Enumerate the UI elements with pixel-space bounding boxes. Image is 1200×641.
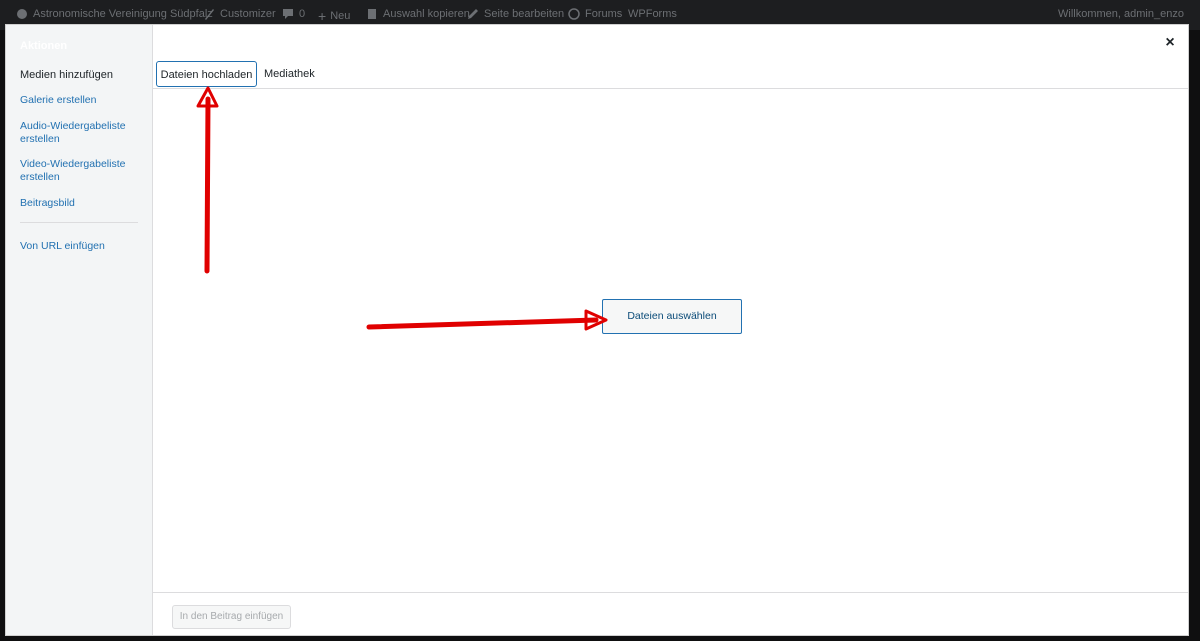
comments-link[interactable]: 0	[282, 8, 305, 20]
tab-media-library[interactable]: Mediathek	[264, 61, 315, 87]
select-files-button[interactable]: Dateien auswählen	[602, 299, 742, 334]
copy-selection-link[interactable]: Auswahl kopieren	[366, 8, 470, 20]
media-tabs: Dateien hochladen Mediathek	[153, 61, 1188, 89]
sidebar-item-featured-image[interactable]: Beitragsbild	[20, 197, 140, 210]
insert-into-post-button[interactable]: In den Beitrag einfügen	[172, 605, 291, 629]
media-modal: Aktionen Medien hinzufügen Galerie erste…	[5, 24, 1189, 636]
pencil-icon	[468, 9, 478, 19]
new-link[interactable]: + Neu	[318, 8, 350, 24]
sidebar-item-insert-from-url[interactable]: Von URL einfügen	[20, 240, 140, 253]
sidebar-item-video-playlist[interactable]: Video-Wiedergabeliste erstellen	[20, 158, 140, 184]
sidebar-divider	[20, 222, 138, 223]
media-sidebar: Aktionen Medien hinzufügen Galerie erste…	[6, 25, 153, 635]
tab-upload-files[interactable]: Dateien hochladen	[156, 61, 257, 87]
forums-link[interactable]: Forums	[568, 8, 622, 20]
comment-icon	[283, 9, 293, 19]
sidebar-item-create-gallery[interactable]: Galerie erstellen	[20, 94, 140, 107]
customizer-link[interactable]: Customizer	[203, 8, 276, 20]
sidebar-item-add-media[interactable]: Medien hinzufügen	[20, 69, 140, 82]
copy-icon	[368, 9, 376, 19]
account-link[interactable]: Willkommen, admin_enzo	[1058, 8, 1184, 20]
close-icon[interactable]: ×	[1162, 35, 1178, 51]
edit-page-link[interactable]: Seite bearbeiten	[467, 8, 564, 20]
plus-icon: +	[318, 8, 327, 24]
dashboard-icon	[17, 9, 27, 19]
media-toolbar: In den Beitrag einfügen	[153, 592, 1188, 636]
wpforms-link[interactable]: WPForms	[628, 8, 677, 20]
site-link[interactable]: Astronomische Vereinigung Südpfalz	[16, 8, 213, 20]
sidebar-item-audio-playlist[interactable]: Audio-Wiedergabeliste erstellen	[20, 120, 140, 146]
sidebar-heading: Aktionen	[20, 40, 68, 52]
brush-icon	[205, 9, 214, 20]
bbpress-icon	[568, 8, 580, 20]
